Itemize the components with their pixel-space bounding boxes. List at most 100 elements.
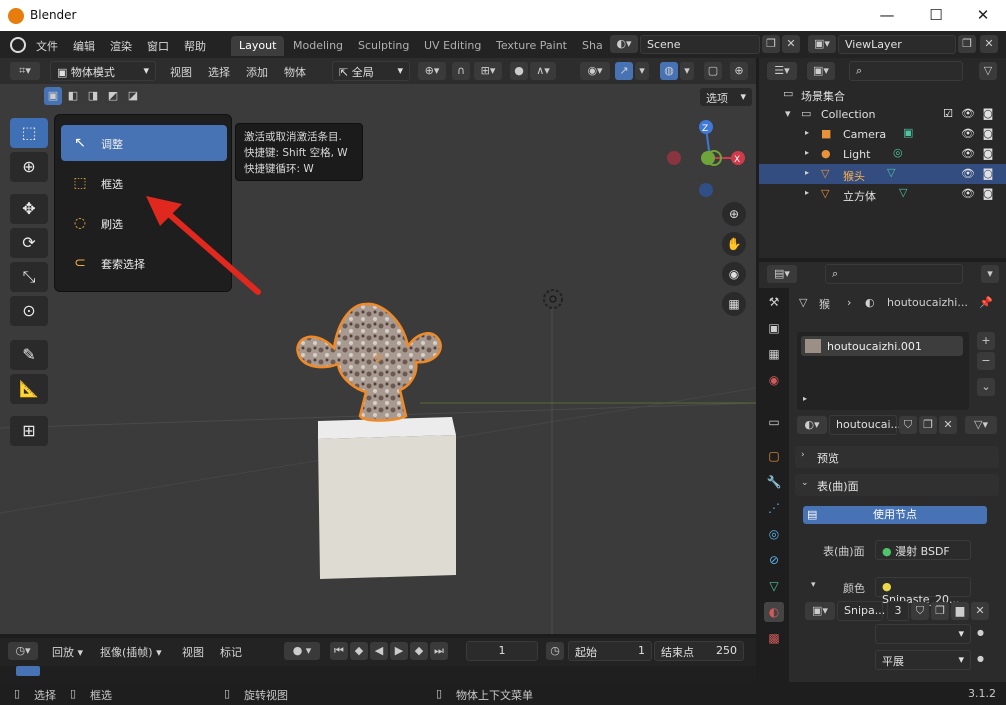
timeline-view-menu[interactable]: 视图 <box>182 644 204 660</box>
tab-uv-editing[interactable]: UV Editing <box>416 36 489 56</box>
add-cube-tool-button[interactable]: ⊞ <box>10 416 48 446</box>
menu-render[interactable]: 渲染 <box>110 38 132 54</box>
data-tab-icon[interactable]: ▽ <box>764 576 784 596</box>
chevron-right-icon[interactable]: ▸ <box>805 168 809 177</box>
timeline-editor-icon[interactable]: ◷▾ <box>8 642 38 660</box>
play-icon[interactable]: ▶ <box>390 642 408 660</box>
render-camera-icon[interactable]: ◙ <box>981 107 995 121</box>
chevron-down-icon[interactable]: ▾ <box>680 62 694 80</box>
render-camera-icon[interactable]: ◙ <box>981 187 995 201</box>
render-camera-icon[interactable]: ◙ <box>981 147 995 161</box>
chevron-right-icon[interactable]: ▸ <box>805 188 809 197</box>
tab-sculpting[interactable]: Sculpting <box>350 36 417 56</box>
display-mode-icon[interactable]: ▣▾ <box>807 62 835 80</box>
material-slot-list[interactable]: houtoucaizhi.001 ▸ <box>797 332 969 410</box>
blender-menu-icon[interactable] <box>10 37 26 53</box>
shading-wireframe-icon[interactable]: ⊕ <box>730 62 748 80</box>
image-duplicate-icon[interactable]: ❐ <box>931 602 949 620</box>
3d-viewport[interactable]: ⌗▾ ▣ 物体模式 ▾ 视图 选择 添加 物体 ⇱ 全局 ▾ ⊕▾ ∩ ⊞▾ ● ∧… <box>0 58 756 634</box>
tab-layout[interactable]: Layout <box>231 36 285 56</box>
overlay-toggle-icon[interactable]: ◍ <box>660 62 678 80</box>
record-icon[interactable]: ● ▾ <box>284 642 320 660</box>
perspective-grid-icon[interactable]: ▦ <box>722 292 746 316</box>
gizmo-neg-z-axis[interactable] <box>699 183 713 197</box>
chevron-down-icon[interactable]: ▾ <box>635 62 649 80</box>
tab-texture-paint[interactable]: Texture Paint <box>488 36 575 56</box>
menu-edit[interactable]: 编辑 <box>73 38 95 54</box>
prev-keyframe-icon[interactable]: ◆ <box>350 642 368 660</box>
interpolation-select[interactable]: ▾ <box>875 624 971 644</box>
outliner-row-collection[interactable]: ▾ ▭ Collection ☑ 👁 ◙ <box>759 104 1006 124</box>
annotate-tool-button[interactable]: ✎ <box>10 340 48 370</box>
close-icon[interactable]: ✕ <box>968 4 998 26</box>
object-tab-icon[interactable]: ▢ <box>764 446 784 466</box>
chevron-right-icon[interactable]: ▸ <box>805 148 809 157</box>
chevron-right-icon[interactable]: ▸ <box>805 128 809 137</box>
render-tab-icon[interactable]: ▣ <box>764 318 784 338</box>
projection-select[interactable]: 平展 ▾ <box>875 650 971 670</box>
play-reverse-icon[interactable]: ◀ <box>370 642 388 660</box>
image-browse-icon[interactable]: ▣▾ <box>805 602 835 620</box>
playhead[interactable] <box>16 666 40 676</box>
end-frame-field[interactable]: 结束点 250 <box>654 641 744 661</box>
pan-hand-icon[interactable]: ✋ <box>722 232 746 256</box>
xray-icon[interactable]: ▢ <box>704 62 722 80</box>
material-name-field[interactable]: houtoucai... <box>829 415 901 435</box>
eye-icon[interactable]: 👁 <box>961 127 975 141</box>
maximize-icon[interactable]: ☐ <box>921 4 951 26</box>
modifier-tab-icon[interactable]: 🔧 <box>764 472 784 492</box>
scene-tab-icon[interactable]: ◉ <box>764 370 784 390</box>
select-intersect-icon[interactable]: ◪ <box>124 87 142 105</box>
render-camera-icon[interactable]: ◙ <box>981 127 995 141</box>
output-tab-icon[interactable]: ▦ <box>764 344 784 364</box>
view-layer-field[interactable]: ViewLayer <box>838 35 956 54</box>
snap-icon[interactable]: ∩ <box>452 62 470 80</box>
menu-select[interactable]: 选择 <box>208 64 230 80</box>
particles-tab-icon[interactable]: ⋰ <box>764 498 784 518</box>
options-dropdown[interactable]: 选项 ▾ <box>700 88 752 106</box>
menu-view[interactable]: 视图 <box>170 64 192 80</box>
checkbox-icon[interactable]: ☑ <box>941 107 955 121</box>
scene-selector-icon[interactable]: ◐▾ <box>610 35 638 53</box>
world-tab-icon[interactable]: ▭ <box>764 412 784 432</box>
select-new-icon[interactable]: ▣ <box>44 87 62 105</box>
jump-start-icon[interactable]: ⏮ <box>330 642 348 660</box>
image-users-count[interactable]: 3 <box>887 601 909 621</box>
current-frame-field[interactable]: 1 <box>466 641 538 661</box>
color-input-field[interactable]: ● Snipaste_20... <box>875 577 971 606</box>
monkey-head-object[interactable] <box>294 298 448 428</box>
chevron-down-icon[interactable]: ▾ <box>811 580 816 590</box>
timeline-ruler[interactable] <box>0 666 756 682</box>
slot-menu-icon[interactable]: ⌄ <box>977 378 995 396</box>
properties-search-input[interactable]: ⌕ <box>825 264 963 284</box>
delete-scene-icon[interactable]: ✕ <box>782 35 800 53</box>
list-resize-icon[interactable]: ▸ <box>803 394 807 403</box>
editor-type-icon[interactable]: ⌗▾ <box>10 62 40 80</box>
gizmo-toggle-icon[interactable]: ↗ <box>615 62 633 80</box>
outliner-row-light[interactable]: ▸ ● Light ◎ 👁 ◙ <box>759 144 1006 164</box>
scale-tool-button[interactable]: ⤡ <box>10 262 48 292</box>
delete-view-layer-icon[interactable]: ✕ <box>980 35 998 53</box>
object-mode-select[interactable]: ▣ 物体模式 ▾ <box>50 61 156 81</box>
popup-item-tweak[interactable]: ↖ 调整 <box>61 125 227 161</box>
texture-tab-icon[interactable]: ▩ <box>764 628 784 648</box>
open-folder-icon[interactable]: ▆ <box>951 602 969 620</box>
proportional-edit-icon[interactable]: ● <box>510 62 528 80</box>
eye-icon[interactable]: 👁 <box>961 107 975 121</box>
surface-shader-select[interactable]: ● 漫射 BSDF <box>875 540 971 560</box>
duplicate-material-icon[interactable]: ❐ <box>919 416 937 434</box>
material-browse-icon[interactable]: ◐▾ <box>797 416 827 434</box>
menu-window[interactable]: 窗口 <box>147 38 169 54</box>
clock-icon[interactable]: ◷ <box>546 642 564 660</box>
material-tab-icon[interactable]: ◐ <box>764 602 784 622</box>
navigation-gizmo[interactable]: Z X <box>660 118 750 208</box>
select-invert-icon[interactable]: ◩ <box>104 87 122 105</box>
surface-panel-header[interactable]: ⌄ 表(曲)面 <box>795 474 999 496</box>
panel-collapse-icon[interactable]: ▾ <box>981 265 999 283</box>
pivot-point-icon[interactable]: ⊕▾ <box>418 62 446 80</box>
pin-icon[interactable]: 📌 <box>979 296 993 309</box>
image-fake-user-icon[interactable]: ⛉ <box>911 602 929 620</box>
tab-shading[interactable]: Sha <box>574 36 611 56</box>
material-slot-item[interactable]: houtoucaizhi.001 <box>801 336 963 356</box>
add-slot-icon[interactable]: + <box>977 332 995 350</box>
